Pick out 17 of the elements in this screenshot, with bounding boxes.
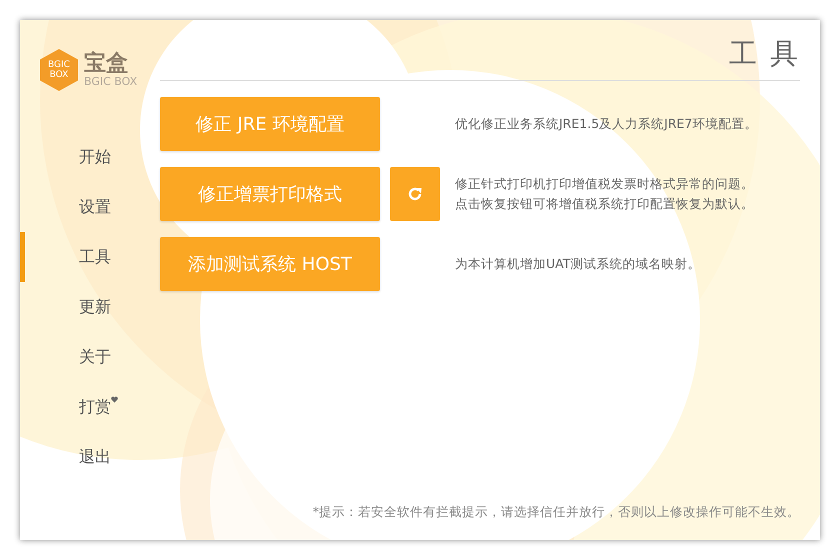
nav-item[interactable]: 关于 [79,332,111,382]
nav-item[interactable]: 退出 [79,432,111,482]
tool-description: 优化修正业务系统JRE1.5及人力系统JRE7环境配置。 [455,115,758,133]
refresh-icon [407,186,423,202]
reset-button[interactable] [390,167,440,221]
page-title: 工 具 [729,38,800,70]
nav-item[interactable]: 开始 [79,132,111,182]
hint-text: *提示：若安全软件有拦截提示，请选择信任并放行，否则以上修改操作可能不生效。 [312,503,800,522]
tool-description: 点击恢复按钮可将增值税系统打印配置恢复为默认。 [455,195,754,213]
logo-subtitle: BGIC BOX [84,76,138,88]
nav-item[interactable]: 设置 [79,182,111,232]
nav-item[interactable]: 更新 [79,282,111,332]
nav-item[interactable]: 打赏 [79,382,111,432]
tool-description: 修正针式打印机打印增值税发票时格式异常的问题。 [455,175,754,193]
nav-item[interactable]: 工具 [79,232,111,282]
tool-description: 为本计算机增加UAT测试系统的域名映射。 [455,255,700,273]
logo-name: 宝盒 [84,52,129,76]
